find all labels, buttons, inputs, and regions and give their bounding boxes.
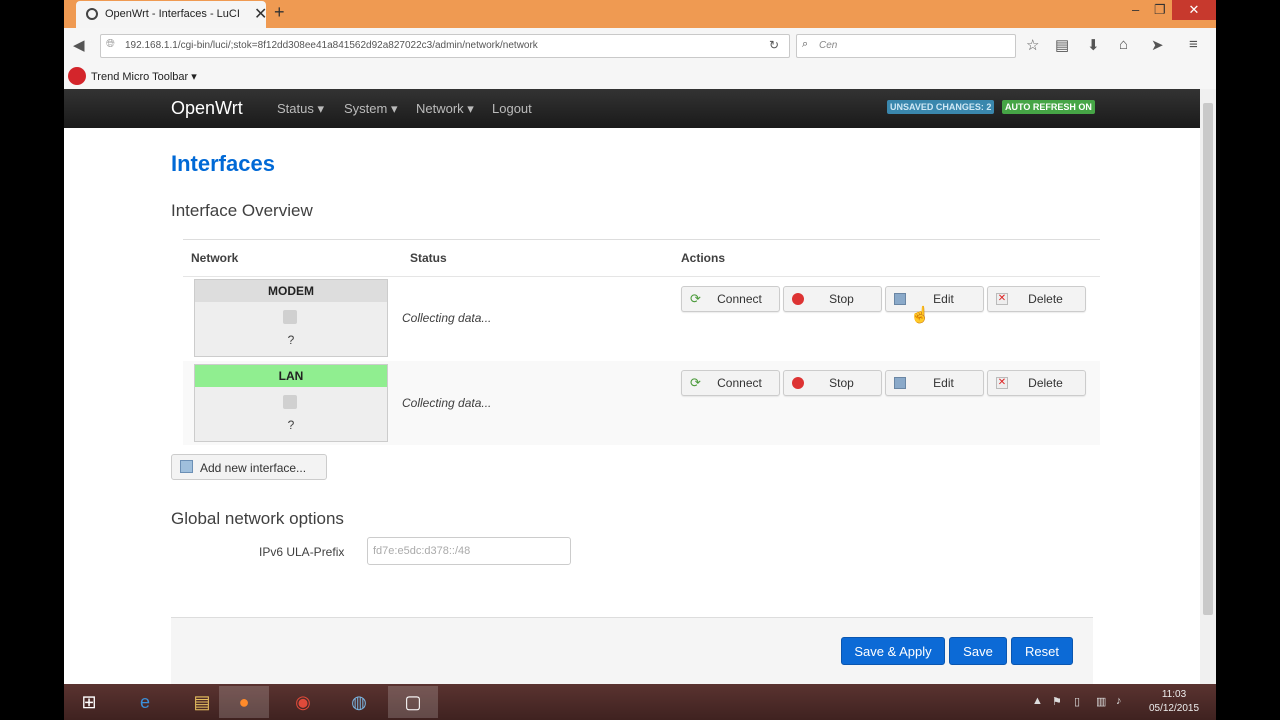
- interface-name: MODEM: [195, 280, 387, 302]
- interface-box-lan: LAN ?: [194, 364, 388, 442]
- stop-button[interactable]: Stop: [783, 286, 882, 312]
- app-icon[interactable]: ◍: [334, 686, 384, 718]
- tab-title: OpenWrt - Interfaces - LuCI: [105, 8, 240, 20]
- url-bar[interactable]: 🌐︎ 192.168.1.1/cgi-bin/luci/;stok=8f12dd…: [100, 34, 790, 58]
- system-clock[interactable]: 11:03 05/12/2015: [1132, 688, 1216, 716]
- back-icon[interactable]: ◀: [73, 36, 85, 54]
- menu-network[interactable]: Network ▾: [416, 101, 474, 117]
- delete-button[interactable]: ✕ Delete: [987, 370, 1086, 396]
- start-button-icon[interactable]: ⊞: [64, 686, 114, 718]
- network-icon[interactable]: ▥: [1096, 695, 1106, 708]
- bookmark-star-icon[interactable]: ☆: [1026, 36, 1039, 54]
- interface-name: LAN: [195, 365, 387, 387]
- page-content: OpenWrt Status ▾ System ▾ Network ▾ Logo…: [64, 89, 1200, 684]
- letterbox-right: [1216, 0, 1280, 720]
- letterbox-left: [0, 0, 64, 720]
- table-header: Network Status Actions: [183, 239, 1100, 277]
- chrome-icon[interactable]: ◉: [278, 686, 328, 718]
- add-icon: [180, 460, 193, 473]
- close-window-button[interactable]: ✕: [1172, 0, 1216, 20]
- reading-list-icon[interactable]: ▤: [1055, 36, 1069, 54]
- col-actions: Actions: [681, 251, 726, 265]
- firefox-icon[interactable]: ●: [219, 686, 269, 718]
- stop-button[interactable]: Stop: [783, 370, 882, 396]
- edit-button[interactable]: Edit: [885, 370, 984, 396]
- search-icon: ⌕: [802, 38, 809, 50]
- edit-button[interactable]: Edit: [885, 286, 984, 312]
- toolbar-strip: Trend Micro Toolbar ▾: [64, 64, 1216, 89]
- browser-navbar: ◀ 🌐︎ 192.168.1.1/cgi-bin/luci/;stok=8f12…: [64, 28, 1216, 65]
- trend-micro-logo-icon: [68, 67, 86, 85]
- tab-close-icon[interactable]: ✕: [254, 4, 267, 24]
- ethernet-port-icon: [283, 310, 297, 324]
- page-favicon-icon: [86, 8, 98, 20]
- interface-status: Collecting data...: [402, 311, 492, 325]
- scroll-thumb[interactable]: [1203, 103, 1213, 615]
- menu-system[interactable]: System ▾: [344, 101, 397, 117]
- downloads-icon[interactable]: ⬇: [1087, 36, 1100, 54]
- menu-logout[interactable]: Logout: [492, 101, 532, 116]
- col-network: Network: [191, 251, 239, 265]
- device-icon[interactable]: ▯: [1074, 695, 1080, 708]
- send-icon[interactable]: ➤: [1151, 36, 1164, 54]
- reload-icon[interactable]: ↻: [769, 38, 779, 52]
- new-tab-button[interactable]: +: [274, 2, 285, 23]
- connect-button[interactable]: ⟳ Connect: [681, 370, 780, 396]
- menu-icon[interactable]: ≡: [1189, 36, 1198, 53]
- tray-expand-icon[interactable]: ▲: [1032, 695, 1043, 707]
- browser-tab[interactable]: OpenWrt - Interfaces - LuCI ✕: [76, 1, 267, 28]
- clock-date: 05/12/2015: [1148, 703, 1200, 714]
- url-text: 192.168.1.1/cgi-bin/luci/;stok=8f12dd308…: [125, 40, 538, 51]
- ula-prefix-label: IPv6 ULA-Prefix: [259, 545, 345, 559]
- interface-box-modem: MODEM ?: [194, 279, 388, 357]
- window-icon[interactable]: ▢: [388, 686, 438, 718]
- interface-device: ?: [287, 333, 295, 347]
- screen: OpenWrt - Interfaces - LuCI ✕ + – ❐ ✕ ◀ …: [64, 0, 1216, 720]
- restore-button[interactable]: ❐: [1154, 2, 1166, 18]
- unsaved-changes-badge[interactable]: UNSAVED CHANGES: 2: [887, 100, 995, 114]
- internet-explorer-icon[interactable]: e: [120, 686, 170, 718]
- browser-titlebar: OpenWrt - Interfaces - LuCI ✕ + – ❐ ✕: [64, 0, 1216, 28]
- reset-button[interactable]: Reset: [1011, 637, 1073, 665]
- delete-button[interactable]: ✕ Delete: [987, 286, 1086, 312]
- ethernet-port-icon: [283, 395, 297, 409]
- trend-micro-toolbar-menu[interactable]: Trend Micro Toolbar ▾: [91, 70, 197, 83]
- windows-taskbar: ⊞ e ▤ ● ◉ ◍ ▢ ▲ ⚑ ▯ ▥ ♪ 11:03 05/12/2015: [64, 684, 1216, 720]
- search-placeholder: Cen: [819, 40, 838, 51]
- action-center-icon[interactable]: ⚑: [1052, 695, 1062, 708]
- add-interface-button[interactable]: Add new interface...: [171, 454, 327, 480]
- save-button[interactable]: Save: [949, 637, 1007, 665]
- search-input[interactable]: ⌕ Cen: [796, 34, 1016, 58]
- volume-icon[interactable]: ♪: [1116, 695, 1122, 707]
- site-info-icon[interactable]: 🌐︎: [106, 38, 115, 51]
- brand-logo[interactable]: OpenWrt: [171, 98, 243, 119]
- luci-topbar: OpenWrt Status ▾ System ▾ Network ▾ Logo…: [64, 89, 1200, 128]
- interfaces-table: Network Status Actions MODEM ? Collectin…: [183, 239, 1100, 445]
- clock-time: 11:03: [1161, 689, 1187, 700]
- global-options-title: Global network options: [171, 509, 344, 528]
- save-apply-button[interactable]: Save & Apply: [841, 637, 945, 665]
- home-icon[interactable]: ⌂: [1119, 36, 1128, 53]
- auto-refresh-badge[interactable]: AUTO REFRESH ON: [1002, 100, 1095, 114]
- col-status: Status: [410, 251, 447, 265]
- section-title: Interface Overview: [171, 201, 313, 220]
- minimize-button[interactable]: –: [1132, 2, 1139, 17]
- form-actions: Save & Apply Save Reset: [171, 617, 1093, 684]
- hand-cursor-icon: ☝: [910, 307, 930, 324]
- interface-status: Collecting data...: [402, 396, 492, 410]
- interface-device: ?: [287, 418, 295, 432]
- page-scrollbar[interactable]: [1200, 89, 1216, 684]
- connect-button[interactable]: ⟳ Connect: [681, 286, 780, 312]
- table-row: LAN ? Collecting data... ⟳ Connect Stop …: [183, 361, 1100, 445]
- ula-prefix-input[interactable]: [367, 537, 571, 565]
- menu-status[interactable]: Status ▾: [277, 101, 324, 117]
- table-row: MODEM ? Collecting data... ⟳ Connect Sto…: [183, 276, 1100, 360]
- page-title: Interfaces: [171, 151, 275, 176]
